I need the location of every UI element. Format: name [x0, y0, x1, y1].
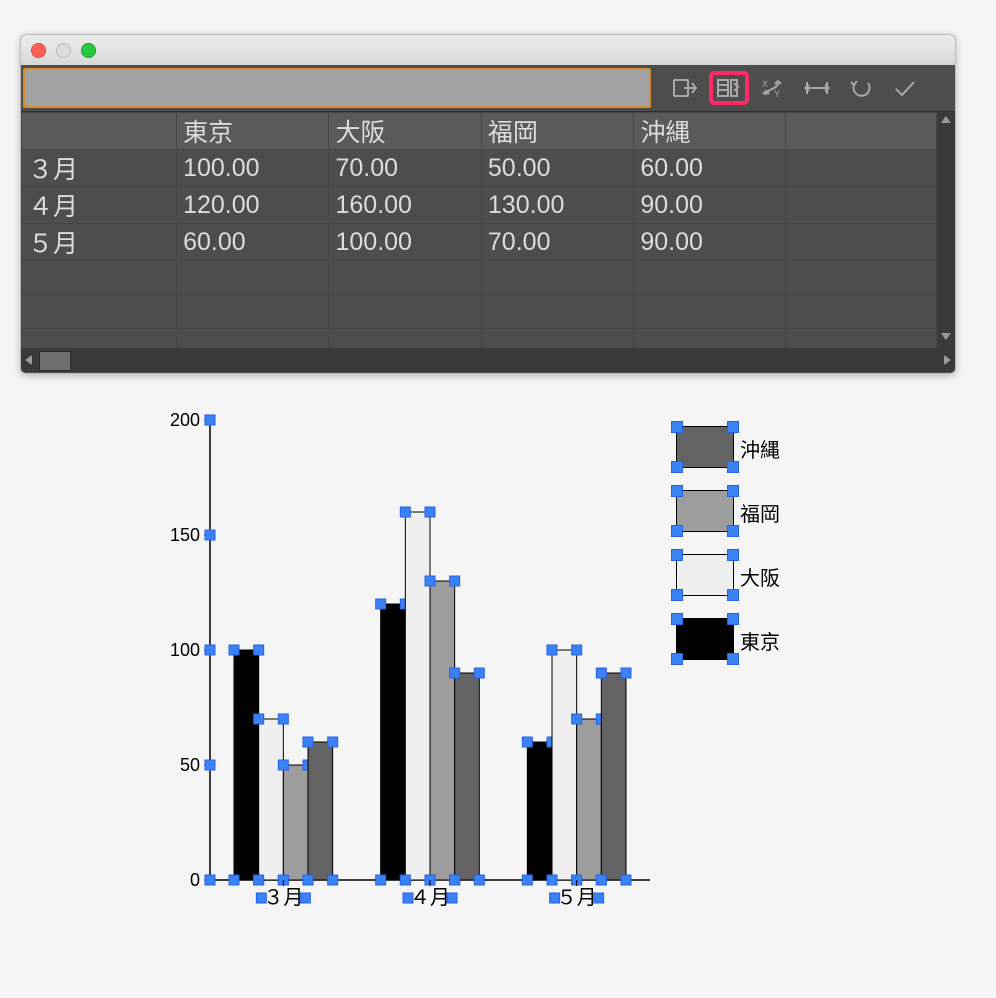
bar[interactable] — [381, 604, 406, 880]
graph-data-window: XY 東京 大阪 福岡 沖縄 — [20, 34, 956, 374]
row-header[interactable]: ３月 — [22, 150, 177, 187]
cell[interactable]: 90.00 — [634, 187, 786, 224]
bar[interactable] — [552, 650, 577, 880]
bar[interactable] — [601, 673, 626, 880]
legend-label: 東京 — [740, 626, 780, 655]
table-row — [22, 329, 937, 349]
cell[interactable]: 120.00 — [177, 187, 329, 224]
legend-swatch — [676, 618, 734, 660]
cell[interactable] — [786, 224, 937, 261]
col-header[interactable]: 福岡 — [481, 113, 633, 150]
svg-text:Y: Y — [774, 89, 780, 99]
svg-text:５月: ５月 — [557, 887, 597, 909]
window-zoom-button[interactable] — [81, 43, 96, 58]
scroll-down-icon[interactable] — [941, 333, 951, 340]
bar[interactable] — [455, 673, 480, 880]
table-row: ３月 100.00 70.00 50.00 60.00 — [22, 150, 937, 187]
bar[interactable] — [283, 765, 308, 880]
legend-label: 大阪 — [740, 562, 780, 591]
col-header[interactable] — [786, 113, 937, 150]
bar[interactable] — [405, 512, 430, 880]
legend-label: 沖縄 — [740, 434, 780, 463]
undo-icon[interactable] — [843, 73, 879, 103]
svg-text:４月: ４月 — [410, 887, 450, 909]
cell[interactable]: 90.00 — [634, 224, 786, 261]
bar[interactable] — [259, 719, 284, 880]
svg-text:X: X — [762, 79, 768, 89]
import-data-icon[interactable] — [667, 73, 703, 103]
svg-text:200: 200 — [170, 410, 200, 430]
table-row: ５月 60.00 100.00 70.00 90.00 — [22, 224, 937, 261]
cell[interactable]: 60.00 — [634, 150, 786, 187]
frame-icon[interactable] — [799, 73, 835, 103]
legend-item[interactable]: 沖縄 — [676, 422, 826, 486]
header-row: 東京 大阪 福岡 沖縄 — [22, 113, 937, 150]
scroll-thumb[interactable] — [39, 351, 71, 371]
horizontal-scrollbar[interactable] — [21, 348, 955, 372]
scroll-right-icon[interactable] — [944, 355, 951, 365]
chart-legend[interactable]: 沖縄福岡大阪東京 — [676, 422, 826, 678]
legend-item[interactable]: 大阪 — [676, 550, 826, 614]
legend-swatch — [676, 426, 734, 468]
window-titlebar[interactable] — [21, 35, 955, 65]
cell[interactable]: 160.00 — [329, 187, 481, 224]
swap-xy-icon[interactable]: XY — [755, 73, 791, 103]
col-header[interactable]: 沖縄 — [634, 113, 786, 150]
cell[interactable]: 60.00 — [177, 224, 329, 261]
legend-item[interactable]: 東京 — [676, 614, 826, 678]
bar[interactable] — [430, 581, 455, 880]
data-table[interactable]: 東京 大阪 福岡 沖縄 ３月 100.00 70.00 50.00 60.00 — [21, 112, 937, 348]
vertical-scrollbar[interactable] — [937, 112, 955, 348]
bar[interactable] — [577, 719, 602, 880]
cell[interactable]: 70.00 — [481, 224, 633, 261]
table-edit-icon[interactable] — [711, 73, 747, 103]
legend-label: 福岡 — [740, 498, 780, 527]
col-header[interactable]: 大阪 — [329, 113, 481, 150]
window-minimize-button[interactable] — [56, 43, 71, 58]
cell[interactable]: 70.00 — [329, 150, 481, 187]
row-header[interactable]: ５月 — [22, 224, 177, 261]
bar[interactable] — [234, 650, 259, 880]
svg-text:150: 150 — [170, 525, 200, 545]
svg-text:50: 50 — [180, 755, 200, 775]
cell[interactable]: 100.00 — [177, 150, 329, 187]
bar[interactable] — [308, 742, 333, 880]
row-header[interactable]: ４月 — [22, 187, 177, 224]
window-close-button[interactable] — [31, 43, 46, 58]
legend-swatch — [676, 554, 734, 596]
legend-item[interactable]: 福岡 — [676, 486, 826, 550]
table-row — [22, 261, 937, 295]
svg-text:100: 100 — [170, 640, 200, 660]
legend-swatch — [676, 490, 734, 532]
confirm-icon[interactable] — [887, 73, 923, 103]
cell[interactable] — [786, 150, 937, 187]
svg-text:３月: ３月 — [263, 887, 303, 909]
cell[interactable] — [786, 187, 937, 224]
table-row — [22, 295, 937, 329]
bar-chart[interactable]: 050100150200３月４月５月 沖縄福岡大阪東京 — [140, 400, 840, 900]
table-row: ４月 120.00 160.00 130.00 90.00 — [22, 187, 937, 224]
corner-cell[interactable] — [22, 113, 177, 150]
scroll-left-icon[interactable] — [25, 355, 32, 365]
data-toolbar: XY — [21, 65, 955, 112]
col-header[interactable]: 東京 — [177, 113, 329, 150]
cell[interactable]: 50.00 — [481, 150, 633, 187]
svg-text:0: 0 — [190, 870, 200, 890]
cell[interactable]: 100.00 — [329, 224, 481, 261]
cell[interactable]: 130.00 — [481, 187, 633, 224]
scroll-up-icon[interactable] — [941, 116, 951, 123]
bar[interactable] — [527, 742, 552, 880]
cell-input[interactable] — [23, 68, 651, 108]
